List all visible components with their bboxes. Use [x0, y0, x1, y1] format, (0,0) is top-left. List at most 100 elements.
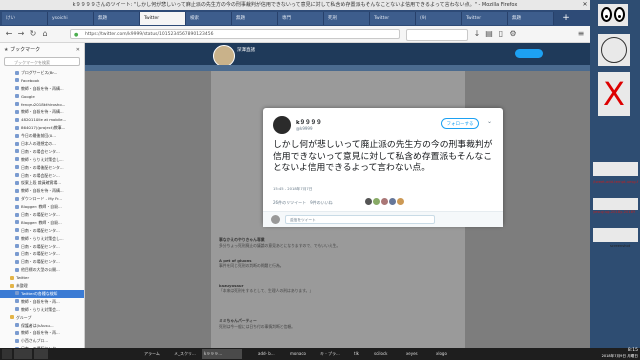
bookmark-item[interactable]: 教師・自殺を待・再...: [0, 298, 84, 306]
bookmark-item[interactable]: 日南・の場配センタ...: [0, 211, 84, 219]
tab[interactable]: Twitter: [462, 12, 508, 25]
taskbar-item[interactable]: [14, 349, 32, 359]
bookmark-item[interactable]: 日南・の場配センタ...: [0, 258, 84, 266]
bookmark-item[interactable]: 教師・自殺を待・再構...: [0, 85, 84, 93]
bookmark-item[interactable]: 日南・の場配センタ...: [0, 243, 84, 251]
liker-avatar[interactable]: [373, 198, 380, 205]
liker-avatar[interactable]: [365, 198, 372, 205]
avatar[interactable]: [273, 116, 291, 134]
bookmark-item[interactable]: Blogger: 教師・自殺...: [0, 219, 84, 227]
reply-input[interactable]: 返信をツイート: [285, 215, 435, 224]
bookmark-folder[interactable]: 未整理: [0, 282, 84, 290]
bookmark-icon: [15, 133, 19, 138]
follow-button[interactable]: フォローする: [441, 118, 479, 129]
list-item: 事なかえのやりきゃん専業 多分ちょっ死刑廃止の議論の意見あとになりますので、でも…: [219, 237, 449, 249]
bookmark-label: 保護者は(kAusu...: [21, 322, 54, 328]
tab[interactable]: けい: [2, 12, 48, 25]
taskbar-item[interactable]: アラーム: [142, 349, 172, 359]
taskbar-item[interactable]: メ_スクリ...: [172, 349, 202, 359]
bookmark-item[interactable]: 日南・の場後配センタ...: [0, 164, 84, 172]
bookmark-folder[interactable]: Twitter: [0, 274, 84, 282]
taskbar-item[interactable]: xlogo: [434, 349, 464, 359]
profile-avatar[interactable]: [213, 45, 235, 67]
menu-icon[interactable]: ≡: [576, 29, 586, 39]
bookmark-item[interactable]: 他目標の大型の公開...: [0, 266, 84, 274]
lock-icon: ●: [74, 32, 79, 38]
taskbar-clock[interactable]: 8:15 2018年7月9日 月曜日: [602, 348, 638, 359]
bookmark-item[interactable]: 教師・らりえ対策会し...: [0, 156, 84, 164]
bookmark-label: 未整理: [16, 283, 28, 289]
extension-icon[interactable]: ⚙: [508, 29, 518, 39]
new-tab-icon[interactable]: +: [560, 12, 572, 24]
taskbar-item[interactable]: xeyes: [404, 349, 434, 359]
bookmark-item[interactable]: 日南・の場会配セン...: [0, 172, 84, 180]
download-icon[interactable]: ↓: [472, 29, 482, 39]
liker-avatar[interactable]: [389, 198, 396, 205]
sidebar-toggle-icon[interactable]: ▯: [496, 29, 506, 39]
bookmark-item[interactable]: 日本人の理想定の...: [0, 140, 84, 148]
taskbar-item-active[interactable]: k９９９...: [202, 349, 242, 359]
tab[interactable]: (9): [416, 12, 462, 25]
forward-icon[interactable]: →: [16, 29, 26, 39]
close-icon[interactable]: ✕: [76, 45, 80, 55]
back-icon[interactable]: ←: [4, 29, 14, 39]
tab[interactable]: Twitter: [370, 12, 416, 25]
list-item: kazuyosaur 「本来は死刑をするとして、生理人の刑はあります。」: [219, 283, 449, 294]
bookmark-item[interactable]: 小西さんプロ...: [0, 337, 84, 345]
reload-icon[interactable]: ↻: [28, 29, 38, 39]
bookmark-label: ダウンロード - My Fr...: [21, 196, 63, 202]
tab[interactable]: 無題: [94, 12, 140, 25]
liker-avatar[interactable]: [397, 198, 404, 205]
tab[interactable]: 無題: [508, 12, 554, 25]
bookmark-item[interactable]: 教師・らりえ対策会し...: [0, 235, 84, 243]
tab[interactable]: 専門: [278, 12, 324, 25]
window-close-icon[interactable]: ✕: [581, 1, 589, 9]
bookmark-search-input[interactable]: ブックマークを検索: [4, 57, 80, 66]
bookmark-folder[interactable]: グループ: [0, 314, 84, 322]
sidebar-header[interactable]: ★ ブックマーク ✕: [4, 45, 82, 55]
taskbar-item[interactable]: [34, 349, 48, 359]
bookmark-label: 日南・の場会センタ...: [21, 148, 60, 154]
tweet-button[interactable]: [515, 49, 543, 58]
bookmark-item[interactable]: 教師・自殺を待・再構...: [0, 187, 84, 195]
start-menu-icon[interactable]: [2, 349, 12, 359]
tweet-author-name[interactable]: k９９９９: [296, 118, 322, 126]
tab-active[interactable]: Twitter: [140, 12, 186, 25]
tweet-author-handle[interactable]: @k9999: [296, 126, 313, 131]
bookmark-item[interactable]: 仮案上段 裁員確實場...: [0, 179, 84, 187]
taskbar-item[interactable]: キ - プラ...: [318, 349, 348, 359]
bookmark-item[interactable]: 日南・の場会センタ...: [0, 148, 84, 156]
library-icon[interactable]: ▤: [484, 29, 494, 39]
home-icon[interactable]: ⌂: [40, 29, 50, 39]
url-bar[interactable]: ● https://twitter.com/k9999/status/10152…: [70, 29, 400, 39]
taskbar: アラーム メ_スクリ... k９９９... add- b... monaco キ…: [0, 348, 640, 360]
bookmark-item[interactable]: Twitterの各種な検知: [0, 289, 84, 298]
bookmark-item[interactable]: Blogger: 教師・自殺...: [0, 203, 84, 211]
search-box[interactable]: [406, 29, 468, 41]
tab[interactable]: 死刑: [324, 12, 370, 25]
bookmark-item[interactable]: 日南・の場配センタ...: [0, 250, 84, 258]
taskbar-item[interactable]: add- b...: [256, 349, 286, 359]
bookmark-item[interactable]: 教師・らりえ対策会...: [0, 306, 84, 314]
liker-avatar[interactable]: [381, 198, 388, 205]
bookmark-item[interactable]: 保護者は(kAusu...: [0, 322, 84, 330]
bookmark-item[interactable]: 4820110lle at mobile...: [0, 116, 84, 124]
chevron-down-icon[interactable]: ⌄: [487, 118, 492, 125]
bookmark-item[interactable]: 864017)(project)教事...: [0, 124, 84, 132]
bookmark-item[interactable]: 教師・自殺を待・再...: [0, 329, 84, 337]
bookmark-item[interactable]: 今日の最後前回(0...: [0, 132, 84, 140]
bookmark-item[interactable]: Google: [0, 93, 84, 101]
tab[interactable]: 無題: [232, 12, 278, 25]
bookmark-item[interactable]: Facebook: [0, 77, 84, 85]
bookmark-item[interactable]: fenqru2018kthirosho...: [0, 101, 84, 109]
tab[interactable]: 検索: [186, 12, 232, 25]
tab[interactable]: ysoichi: [48, 12, 94, 25]
bookmark-item[interactable]: ダウンロード - My Fr...: [0, 195, 84, 203]
taskbar-item[interactable]: monaco: [288, 349, 318, 359]
bookmark-icon: [15, 299, 19, 304]
tweet-timestamp: 15:45 - 2018年7月7日: [273, 187, 313, 191]
taskbar-item[interactable]: scilock: [372, 349, 402, 359]
bookmark-item[interactable]: 教師・自殺を待・再構...: [0, 108, 84, 116]
bookmark-item[interactable]: ブログサービス(Br...: [0, 69, 84, 77]
bookmark-item[interactable]: 日南・の場配センタ...: [0, 227, 84, 235]
